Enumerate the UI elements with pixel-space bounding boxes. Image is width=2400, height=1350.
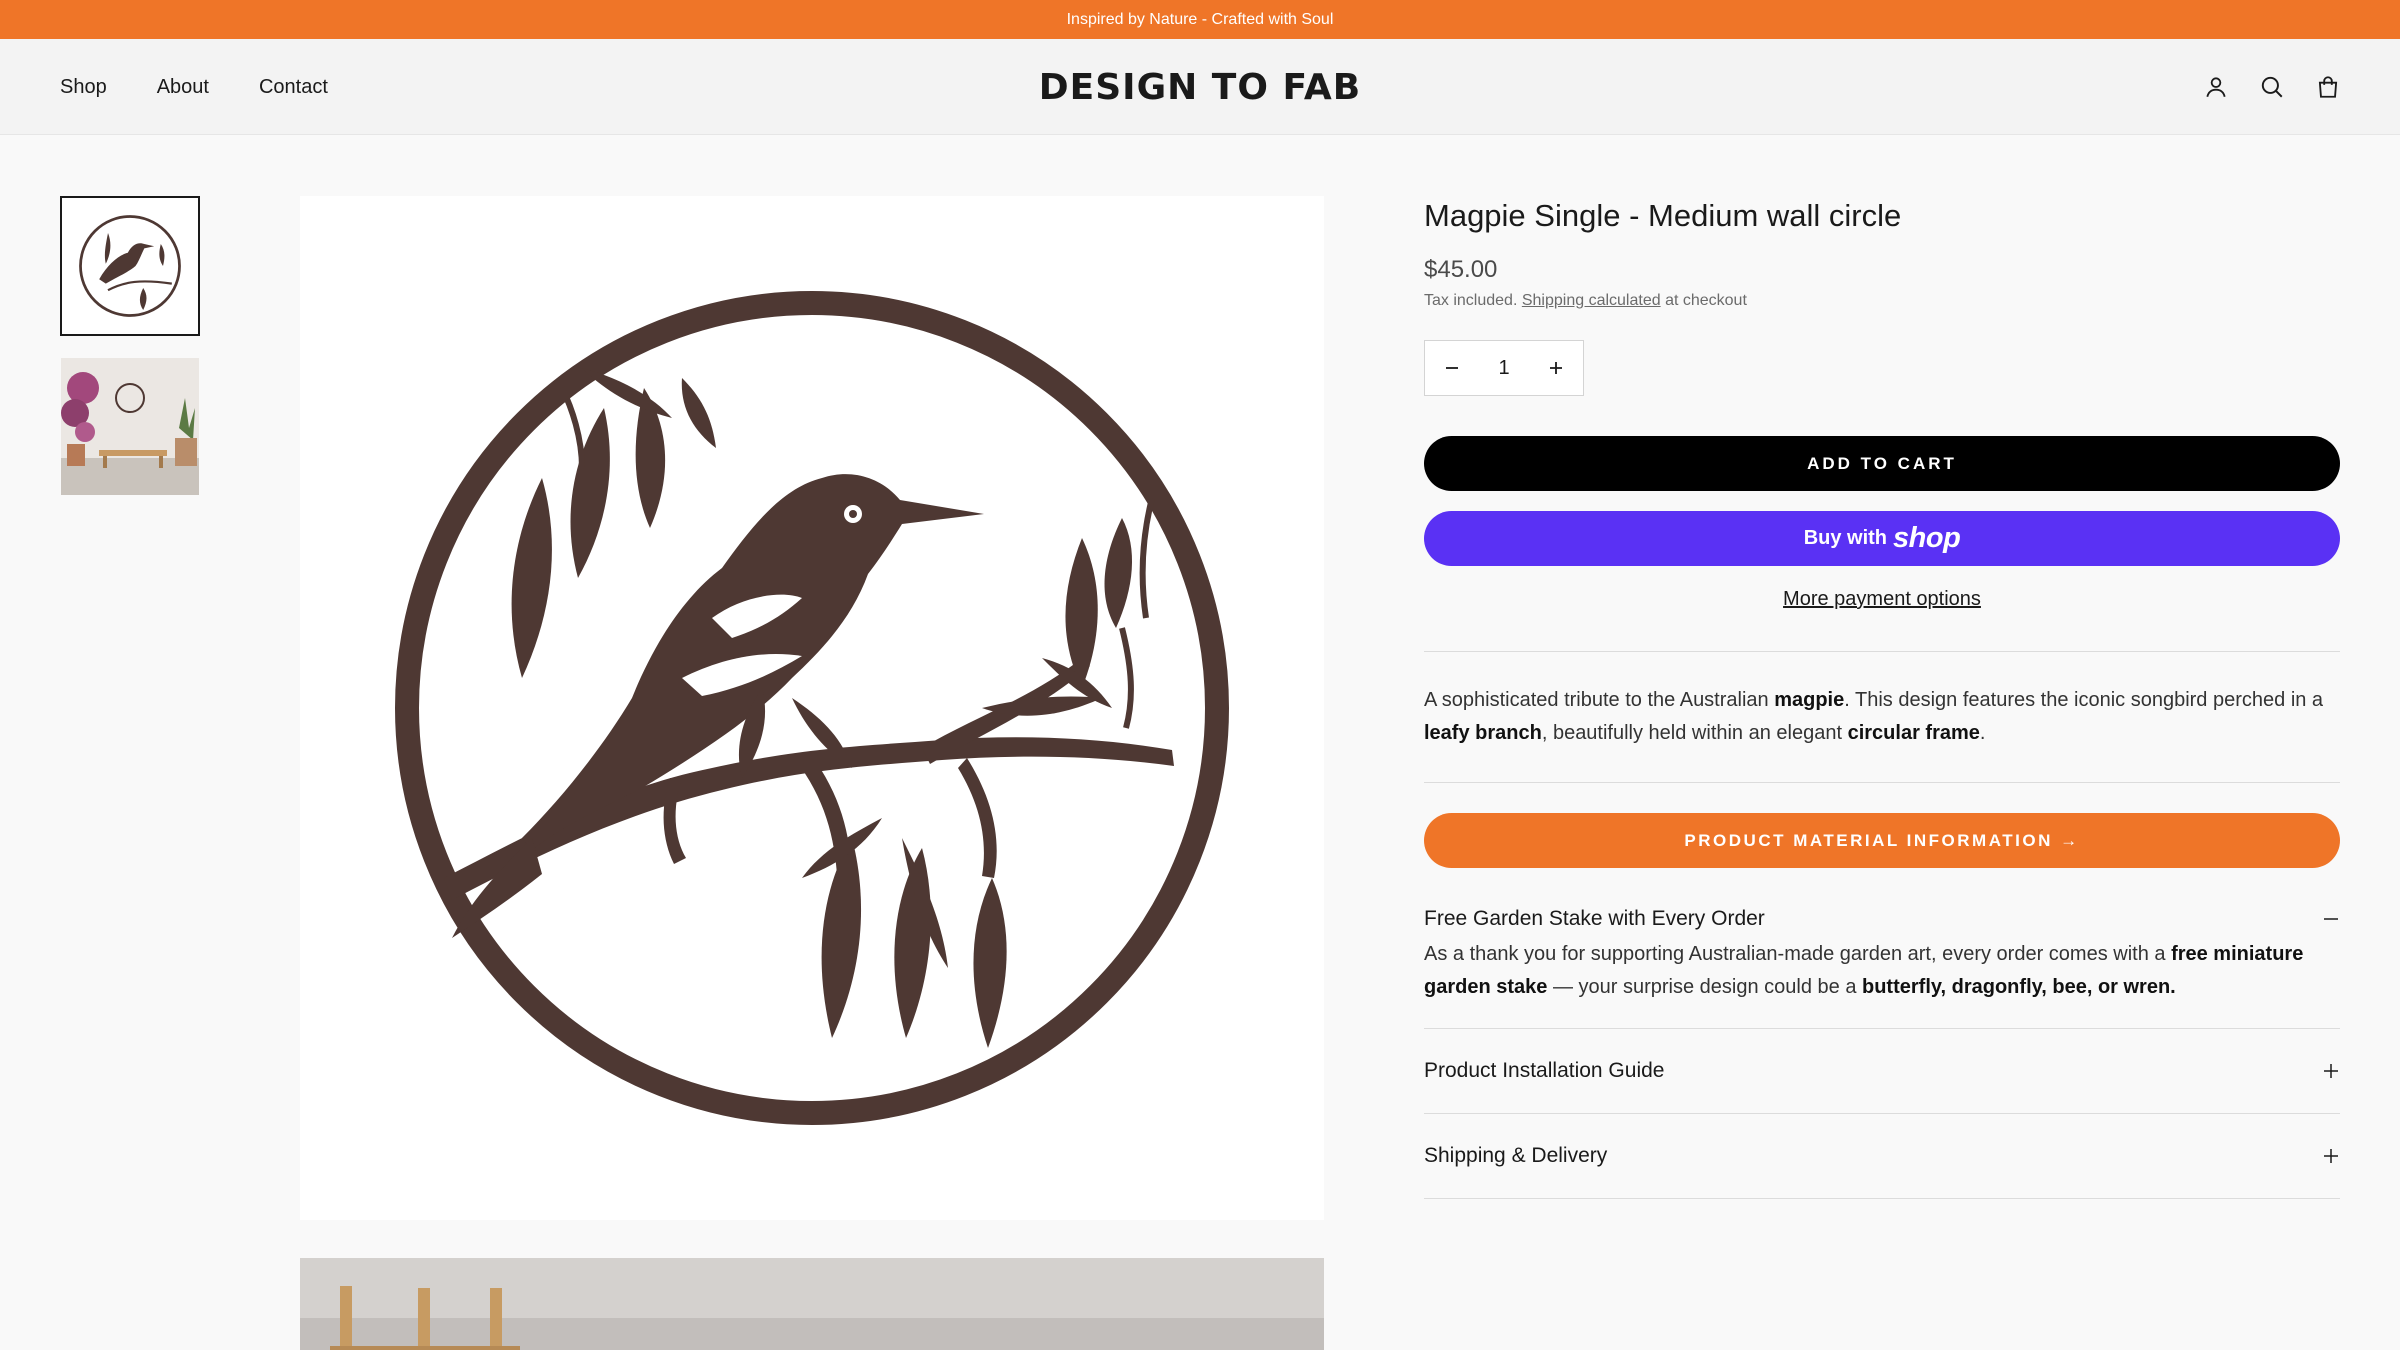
announcement-bar: Inspired by Nature - Crafted with Soul: [0, 0, 2400, 39]
stake-text-2: — your surprise design could be a: [1547, 976, 1862, 998]
quantity-increase-button[interactable]: [1529, 341, 1583, 395]
cart-icon[interactable]: [2314, 73, 2342, 101]
accordion-shipping: Shipping & Delivery: [1424, 1114, 2340, 1198]
thumbnail-gallery: [60, 196, 200, 495]
site-header: Shop About Contact DESIGN TO FAB: [0, 39, 2400, 135]
tax-note: Tax included. Shipping calculated at che…: [1424, 292, 2340, 310]
stake-bold-2: butterfly, dragonfly, bee, or wren.: [1862, 976, 2176, 998]
desc-text-3: , beautifully held within an elegant: [1541, 722, 1848, 744]
quantity-decrease-button[interactable]: [1425, 341, 1479, 395]
thumbnail-lifestyle[interactable]: [61, 358, 199, 495]
announcement-text: Inspired by Nature - Crafted with Soul: [1066, 10, 1334, 28]
main-nav: Shop About Contact: [60, 39, 328, 135]
divider: [1424, 1198, 2340, 1199]
magpie-wall-art: [395, 291, 1229, 1125]
product-info: Magpie Single - Medium wall circle $45.0…: [1424, 196, 2340, 1199]
tax-suffix: at checkout: [1665, 292, 1747, 309]
buy-with-shop-button[interactable]: Buy with shop: [1424, 511, 2340, 566]
desc-text-1: A sophisticated tribute to the Australia…: [1424, 689, 1775, 711]
accordion-garden-stake: Free Garden Stake with Every Order As a …: [1424, 890, 2340, 1028]
desc-text-2: . This design features the iconic songbi…: [1844, 689, 2324, 711]
buy-with-label: Buy with: [1803, 527, 1888, 549]
material-info-button[interactable]: PRODUCT MATERIAL INFORMATION →: [1424, 813, 2340, 868]
accordion-shipping-header[interactable]: Shipping & Delivery: [1424, 1114, 2340, 1198]
product-price: $45.00: [1424, 256, 1498, 283]
accordion-title: Free Garden Stake with Every Order: [1424, 907, 1765, 930]
lifestyle-image-partial: [300, 1258, 1324, 1350]
nav-contact[interactable]: Contact: [259, 76, 328, 99]
accordion-title: Product Installation Guide: [1424, 1059, 1665, 1082]
header-icons: [2202, 39, 2342, 135]
desc-bold-3: circular frame: [1847, 722, 1980, 744]
plus-icon: [1550, 362, 1562, 374]
accordion-installation: Product Installation Guide: [1424, 1029, 2340, 1113]
accordion-installation-header[interactable]: Product Installation Guide: [1424, 1029, 2340, 1113]
tax-prefix: Tax included.: [1424, 292, 1518, 309]
divider: [1424, 651, 2340, 652]
product-title: Magpie Single - Medium wall circle: [1424, 198, 1902, 233]
accordion-title: Shipping & Delivery: [1424, 1144, 1608, 1167]
desc-bold-2: leafy branch: [1424, 722, 1542, 744]
search-icon[interactable]: [2258, 73, 2286, 101]
collapse-icon: [2324, 918, 2338, 920]
stake-text-1: As a thank you for supporting Australian…: [1424, 943, 2172, 965]
minus-icon: [1446, 367, 1458, 369]
thumbnail-product[interactable]: [60, 196, 200, 336]
shipping-link[interactable]: Shipping calculated: [1522, 292, 1661, 309]
desc-bold-1: magpie: [1774, 689, 1845, 711]
shop-pay-logo: shop: [1893, 522, 1961, 554]
main-product-image[interactable]: [300, 196, 1324, 1220]
accordion-garden-stake-body: As a thank you for supporting Australian…: [1424, 938, 2340, 1028]
quantity-input[interactable]: [1479, 356, 1529, 380]
logo-wrap: DESIGN TO FAB: [0, 39, 2400, 135]
expand-icon: [2324, 1064, 2338, 1078]
site-logo[interactable]: DESIGN TO FAB: [1039, 67, 1361, 108]
desc-text-4: .: [1979, 722, 1986, 744]
quantity-stepper: [1424, 340, 1584, 396]
add-to-cart-button[interactable]: ADD TO CART: [1424, 436, 2340, 491]
nav-about[interactable]: About: [157, 76, 209, 99]
magpie-thumb-image: [79, 215, 181, 317]
nav-shop[interactable]: Shop: [60, 76, 107, 99]
secondary-product-image[interactable]: [300, 1258, 1324, 1350]
divider: [1424, 782, 2340, 783]
expand-icon: [2324, 1149, 2338, 1163]
lifestyle-thumb-image: [61, 358, 199, 495]
more-payment-options-link[interactable]: More payment options: [1424, 588, 2340, 611]
account-icon[interactable]: [2202, 73, 2230, 101]
product-description: A sophisticated tribute to the Australia…: [1424, 684, 2340, 750]
